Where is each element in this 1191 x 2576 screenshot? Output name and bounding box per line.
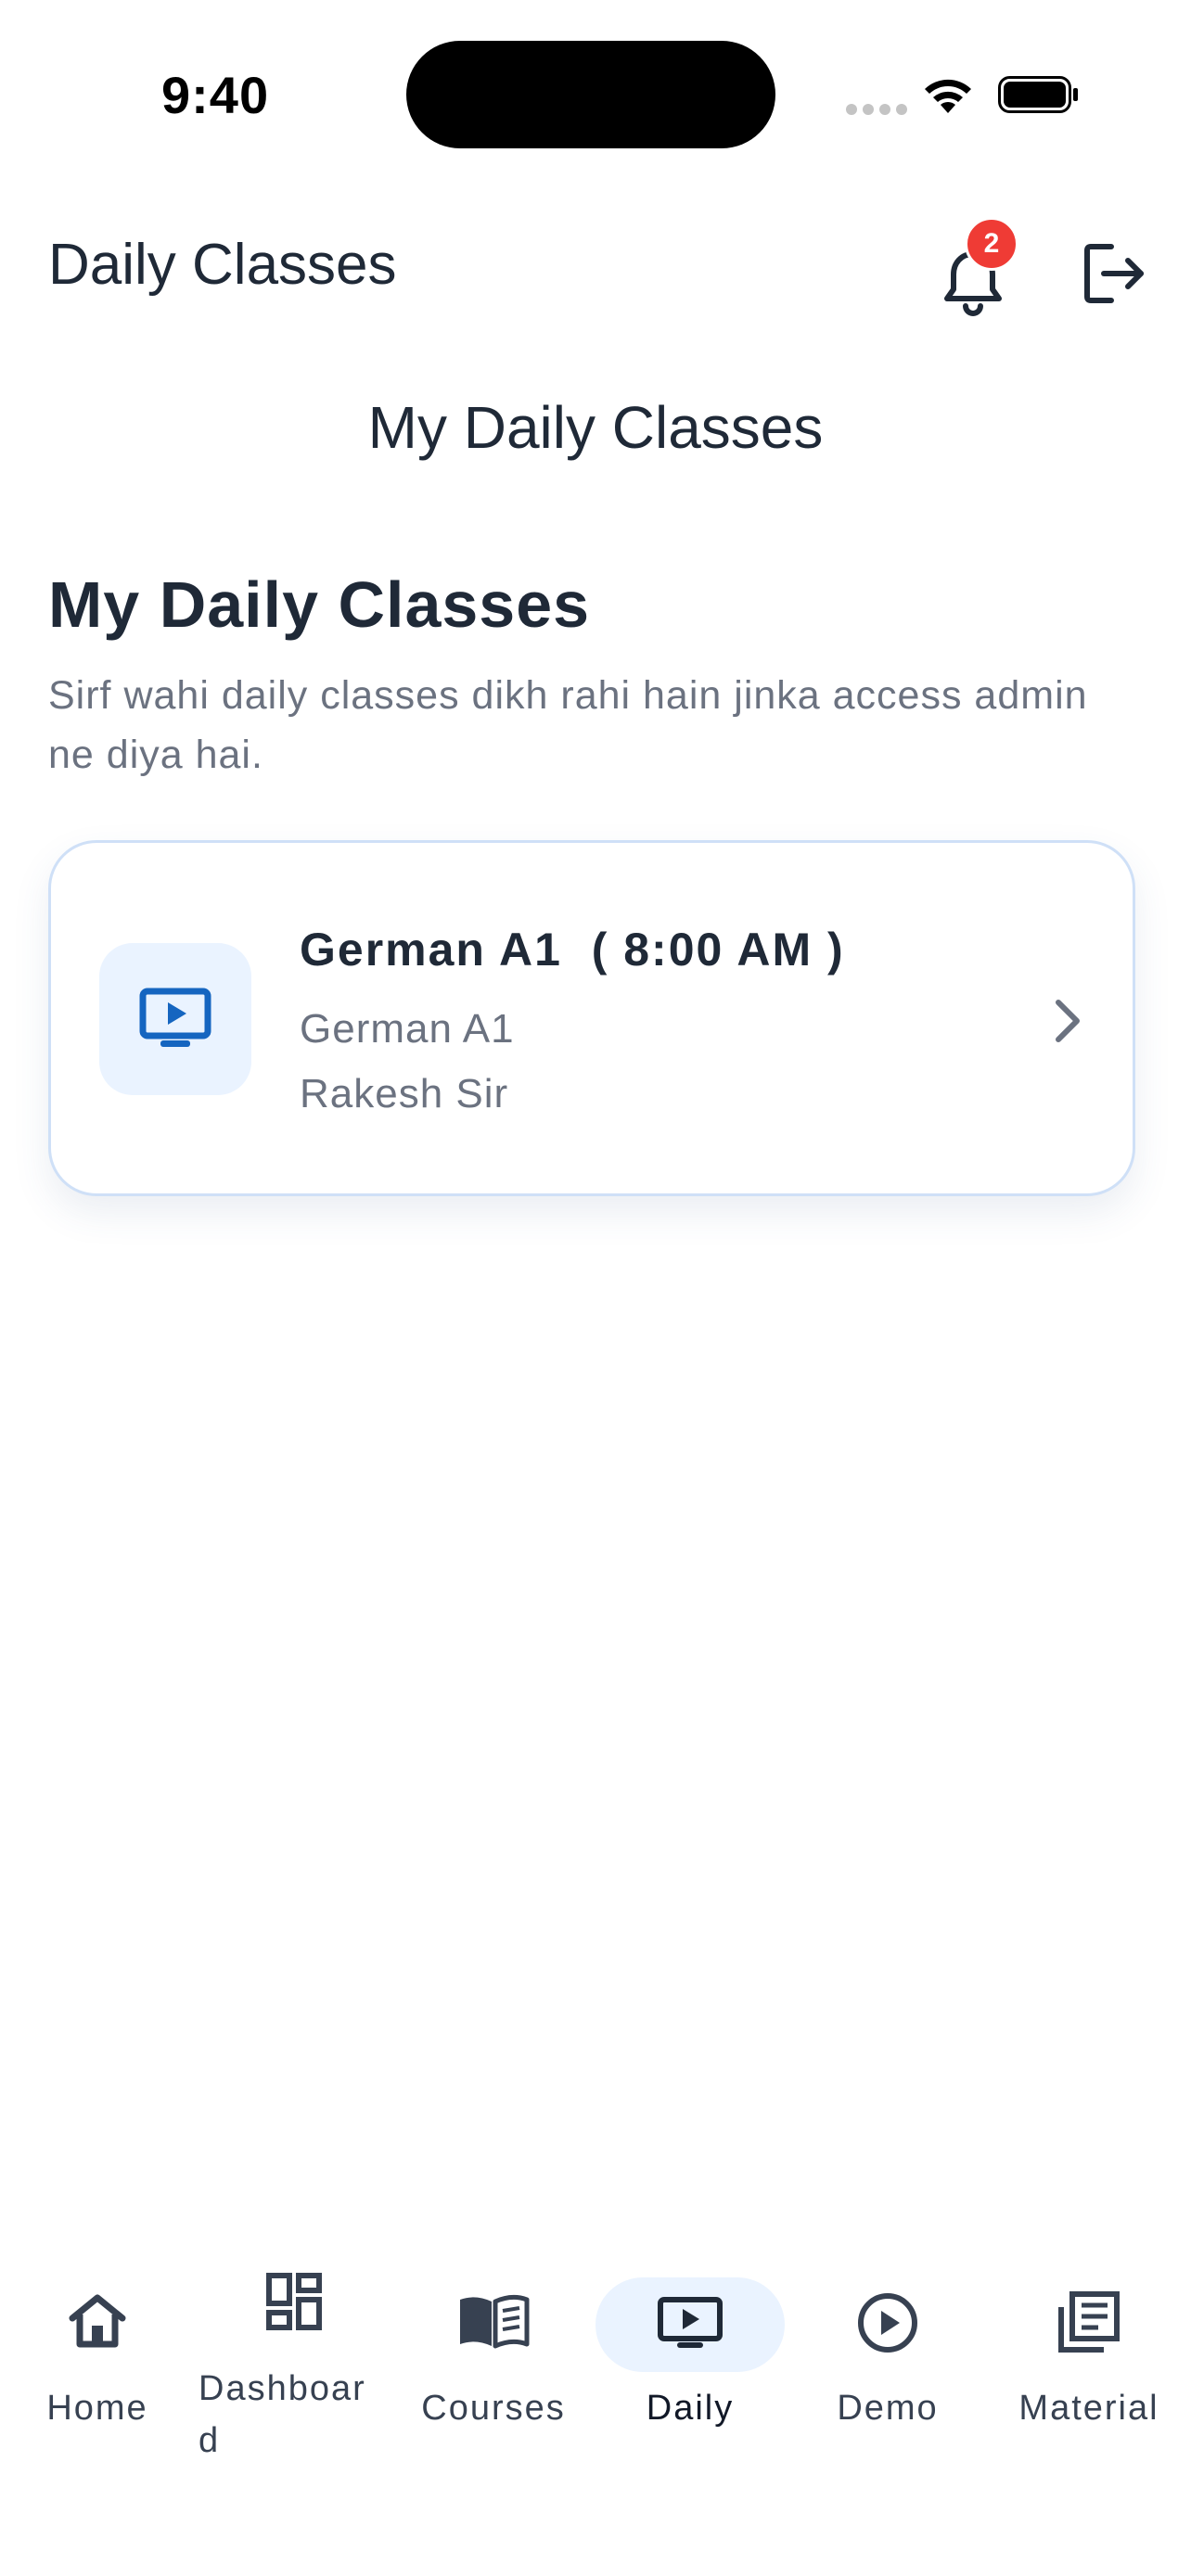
tv-play-icon bbox=[658, 2297, 723, 2348]
status-time: 9:40 bbox=[161, 66, 270, 124]
nav-item-dashboard[interactable]: Dashboar d bbox=[191, 2253, 388, 2476]
bottom-navigation: Home Dashboar d Courses Daily Demo Mater… bbox=[0, 2253, 1191, 2485]
tv-play-icon bbox=[139, 988, 211, 1047]
notification-badge: 2 bbox=[965, 217, 1018, 271]
class-title: German A1 ( 8:00 AM ) bbox=[300, 924, 845, 976]
cellular-signal-icon bbox=[846, 104, 907, 115]
nav-item-material[interactable]: Material bbox=[998, 2253, 1180, 2476]
nav-label-dashboard: Dashboar d bbox=[198, 2369, 366, 2460]
wifi-icon bbox=[925, 79, 971, 113]
nav-item-courses[interactable]: Courses bbox=[404, 2253, 583, 2476]
logout-icon bbox=[1084, 244, 1144, 303]
nav-label-courses: Courses bbox=[421, 2389, 566, 2428]
class-course: German A1 bbox=[300, 1006, 515, 1052]
home-icon bbox=[69, 2294, 126, 2348]
class-icon-container bbox=[99, 943, 251, 1095]
chevron-right-icon bbox=[1056, 1000, 1080, 1042]
nav-label-material: Material bbox=[1018, 2389, 1159, 2428]
status-bar: 9:40 bbox=[0, 0, 1191, 176]
nav-item-demo[interactable]: Demo bbox=[807, 2253, 968, 2476]
class-card[interactable]: German A1 ( 8:00 AM ) German A1 Rakesh S… bbox=[48, 840, 1135, 1196]
battery-icon bbox=[998, 76, 1078, 113]
class-teacher: Rakesh Sir bbox=[300, 1071, 509, 1116]
nav-label-home: Home bbox=[46, 2389, 148, 2428]
app-bar: Daily Classes bbox=[0, 204, 1191, 334]
nav-label-daily: Daily bbox=[646, 2389, 735, 2428]
page-title: My Daily Classes bbox=[367, 394, 824, 461]
nav-item-home[interactable]: Home bbox=[19, 2253, 176, 2476]
nav-item-daily[interactable]: Daily bbox=[596, 2253, 785, 2476]
play-circle-icon bbox=[858, 2293, 917, 2353]
logout-button[interactable] bbox=[1072, 232, 1156, 315]
book-icon bbox=[460, 2294, 530, 2349]
nav-label-demo: Demo bbox=[837, 2389, 939, 2428]
library-icon bbox=[1058, 2291, 1120, 2353]
section-description: Sirf wahi daily classes dikh rahi hain j… bbox=[48, 673, 1088, 777]
section-title: My Daily Classes bbox=[48, 568, 591, 641]
app-title: Daily Classes bbox=[48, 233, 397, 297]
dynamic-island bbox=[406, 41, 775, 148]
dashboard-icon bbox=[266, 2273, 322, 2330]
